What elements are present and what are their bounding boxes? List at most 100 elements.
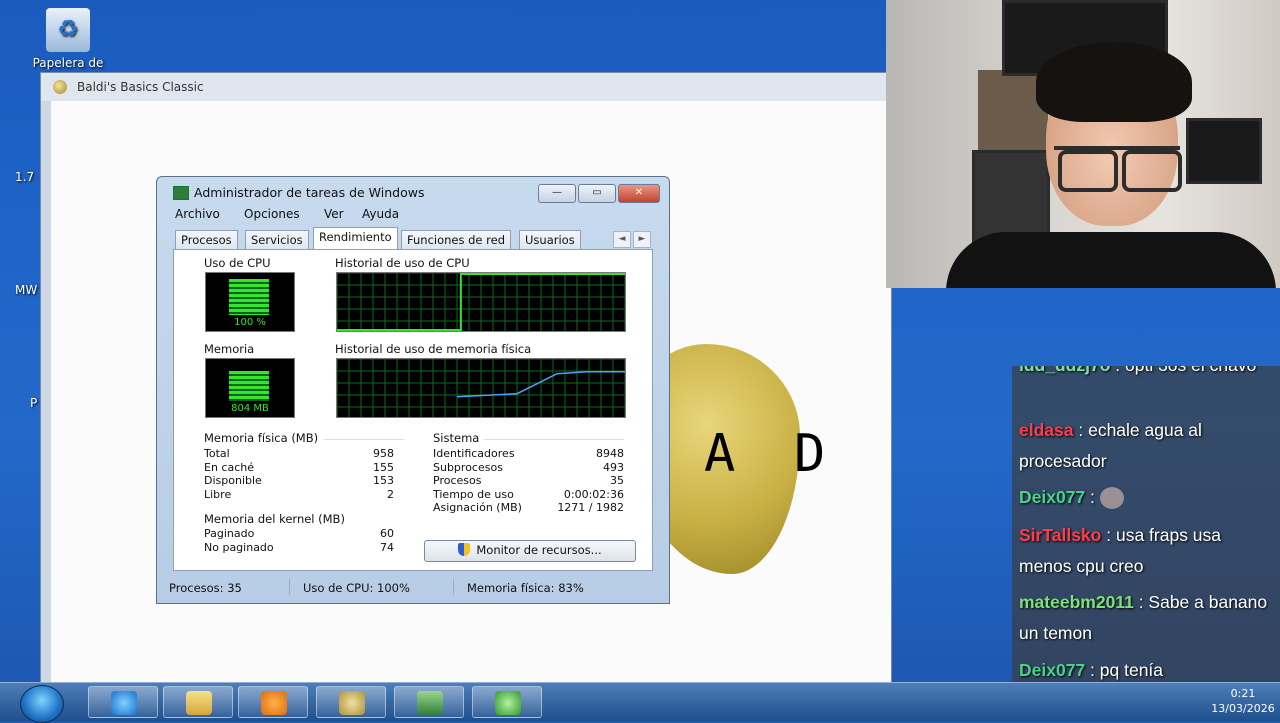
cpu-history-label: Historial de uso de CPU [335, 256, 470, 270]
menu-archivo[interactable]: Archivo [175, 207, 220, 221]
clock-date: 13/03/2026 [1211, 702, 1275, 715]
stat-value: 155 [373, 461, 394, 474]
stat-label: Procesos [433, 474, 482, 487]
taskbar-file-explorer[interactable] [163, 686, 233, 718]
task-manager-icon [173, 186, 189, 200]
taskbar-baldi-game[interactable] [316, 686, 386, 718]
tab-servicios[interactable]: Servicios [245, 230, 309, 249]
stat-label: Disponible [204, 474, 262, 487]
chat-message: SirTallsko : usa fraps usa menos cpu cre… [1019, 520, 1273, 582]
memory-history-graph [336, 358, 626, 418]
memory-history-label: Historial de uso de memoria física [335, 342, 532, 356]
uac-shield-icon [458, 543, 471, 556]
clock-time: 0:21 [1230, 687, 1256, 700]
desktop-fragment: P [30, 396, 38, 410]
system-clock[interactable]: 0:21 13/03/2026 [1208, 686, 1278, 716]
cpu-usage-gauge: 100 % [205, 272, 295, 332]
taskbar-task-manager[interactable] [394, 686, 464, 718]
stat-label: Asignación (MB) [433, 501, 522, 514]
stat-label: Libre [204, 488, 232, 501]
status-processes: Procesos: 35 [169, 581, 242, 595]
tab-usuarios[interactable]: Usuarios [519, 230, 581, 249]
menu-opciones[interactable]: Opciones [244, 207, 300, 221]
resource-monitor-button[interactable]: Monitor de recursos... [424, 540, 636, 562]
tab-scroll-left-icon[interactable]: ◄ [613, 231, 631, 248]
recycle-bin-label: Papelera de [32, 56, 104, 70]
section-divider [484, 439, 624, 440]
streamer-hair [1036, 42, 1192, 122]
stat-label: Total [204, 447, 230, 460]
taskbar [0, 682, 1280, 723]
minimize-button[interactable]: — [538, 184, 576, 203]
task-manager-window[interactable]: Administrador de tareas de Windows — ▭ ✕… [156, 176, 670, 604]
chat-overlay: ldd_ddzj7o : opti 3os el chavo eldasa : … [1012, 366, 1280, 720]
system-label: Sistema [433, 431, 480, 445]
webcam-background-monitor [1186, 118, 1262, 184]
chat-message: eldasa : echale agua al procesador [1019, 415, 1273, 477]
recycle-bin-image [46, 8, 90, 52]
tab-strip: Procesos Servicios Rendimiento Funciones… [173, 227, 653, 250]
webcam-overlay [886, 0, 1280, 288]
tab-funciones-de-red[interactable]: Funciones de red [401, 230, 512, 249]
chat-message: mateebm2011 : Sabe a banano un temon [1019, 587, 1273, 649]
glasses-lens [1122, 150, 1182, 192]
stat-value: 60 [380, 527, 394, 540]
chat-text: : opti 3os el chavo [1115, 366, 1256, 375]
section-divider [324, 439, 404, 440]
tab-rendimiento[interactable]: Rendimiento [313, 227, 398, 250]
cpu-history-graph [336, 272, 626, 332]
sprite-letter-d: D [794, 424, 826, 484]
status-cpu: Uso de CPU: 100% [303, 581, 410, 595]
recycle-bin-icon[interactable]: Papelera de [28, 8, 108, 70]
stat-value: 1271 / 1982 [557, 501, 624, 514]
chat-message: ldd_ddzj7o : opti 3os el chavo [1019, 366, 1273, 381]
chat-username: Deix077 [1019, 487, 1086, 507]
streamer-body [946, 232, 1276, 288]
xbox-icon [495, 691, 521, 715]
menu-ayuda[interactable]: Ayuda [362, 207, 399, 221]
chat-emote-icon [1099, 487, 1124, 510]
taskbar-media-player[interactable] [238, 686, 308, 718]
chat-username: ldd_ddzj7o [1019, 366, 1110, 375]
menu-ver[interactable]: Ver [324, 207, 344, 221]
taskbar-internet-explorer[interactable] [88, 686, 158, 718]
chat-username: Deix077 [1019, 660, 1086, 680]
glasses-lens [1058, 150, 1118, 192]
baldi-window-titlebar[interactable]: Baldi's Basics Classic [41, 73, 891, 101]
chat-username: eldasa [1019, 420, 1074, 440]
stat-value: 35 [610, 474, 624, 487]
memory-gauge: 804 MB [205, 358, 295, 418]
memory-value: 804 MB [231, 403, 269, 414]
memory-gauge-bars [229, 371, 269, 401]
memory-history-plot [337, 359, 625, 417]
stat-value: 0:00:02:36 [563, 488, 624, 501]
baldi-game-icon [339, 691, 365, 715]
tab-scroll-right-icon[interactable]: ► [633, 231, 651, 248]
tab-procesos[interactable]: Procesos [175, 230, 238, 249]
cpu-usage-value: 100 % [234, 317, 266, 328]
desktop-fragment: MW [15, 283, 38, 297]
chat-text: : pq tenía [1090, 660, 1164, 680]
status-divider [453, 579, 454, 595]
chat-username: SirTallsko [1019, 525, 1102, 545]
taskbar-xbox-app[interactable] [472, 686, 542, 718]
cpu-history-plot [337, 273, 625, 331]
task-manager-title: Administrador de tareas de Windows [194, 185, 425, 200]
kernel-memory-label: Memoria del kernel (MB) [204, 512, 345, 526]
stat-value: 8948 [596, 447, 624, 460]
stat-label: Tiempo de uso [433, 488, 514, 501]
start-button-icon[interactable] [20, 685, 64, 723]
maximize-button[interactable]: ▭ [578, 184, 616, 203]
memory-label: Memoria [204, 342, 255, 356]
folder-icon [186, 691, 212, 715]
task-manager-icon [417, 691, 443, 715]
close-button[interactable]: ✕ [618, 184, 660, 203]
streamer-glasses [1054, 146, 1182, 192]
status-memory: Memoria física: 83% [467, 581, 584, 595]
stat-label: En caché [204, 461, 254, 474]
resource-monitor-label: Monitor de recursos... [476, 543, 602, 557]
status-bar: Procesos: 35 Uso de CPU: 100% Memoria fí… [165, 577, 661, 597]
stat-value: 493 [603, 461, 624, 474]
status-divider [289, 579, 290, 595]
stat-value: 153 [373, 474, 394, 487]
